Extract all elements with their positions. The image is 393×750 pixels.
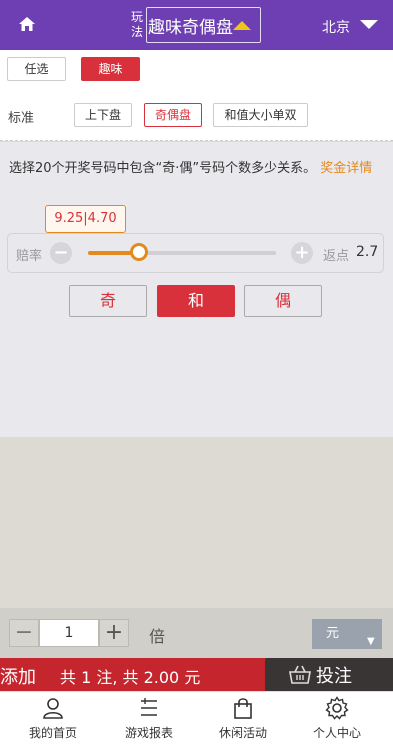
pick-even-button[interactable]: 偶 [244,285,322,317]
rebate-value: 2.7 [356,244,379,260]
list-icon [141,698,157,716]
multiplier-unit: 倍 [149,627,166,646]
sub-tab-bar: 标准 上下盘 奇偶盘 和值大小单双 [0,88,393,141]
play-method-label: 玩法 [130,10,143,39]
decrement-button[interactable]: − [9,619,39,647]
pick-tie-button[interactable]: 和 [157,285,235,317]
add-button[interactable]: 添加 [0,663,36,689]
minus-icon[interactable]: − [50,242,72,264]
odds-label: 赔率 [16,249,43,264]
top-header: 玩法 趣味奇偶盘 北京 [0,0,393,50]
bottom-tab-bar: 我的首页 游戏报表 休闲活动 个人中心 [0,691,393,750]
tab-activities[interactable]: 休闲活动 [194,696,292,741]
sub-group-label: 标准 [8,111,35,126]
odds-tooltip: 9.25|4.70 [45,205,126,233]
bag-icon [234,698,252,719]
currency-select[interactable]: 元 ▼ [312,619,382,649]
add-area-slope [250,658,266,691]
gear-icon [325,696,349,720]
home-icon[interactable] [18,16,36,32]
sub-tab-sum-size[interactable]: 和值大小单双 [213,103,308,127]
tab-profile-label: 个人中心 [312,726,361,740]
chevron-down-icon: ▼ [367,636,375,647]
multiplier-input[interactable]: 1 [39,619,99,647]
game-selector[interactable]: 趣味奇偶盘 [146,7,261,43]
mode-fun-button[interactable]: 趣味 [81,57,140,81]
tab-reports[interactable]: 游戏报表 [100,696,198,741]
bet-summary: 共 1 注, 共 2.00 元 [60,668,201,687]
game-name: 趣味奇偶盘 [148,17,233,38]
rule-description: 选择20个开奖号码中包含“奇·偶”号码个数多少关系。 奖金详情 [9,158,385,179]
submit-bet-button[interactable]: 投注 [288,662,352,688]
sub-tab-upper-lower[interactable]: 上下盘 [74,103,132,127]
tab-profile[interactable]: 个人中心 [288,696,386,741]
caret-down-icon[interactable] [360,20,378,29]
increment-button[interactable]: + [99,619,129,647]
tab-home[interactable]: 我的首页 [4,696,102,741]
tab-home-label: 我的首页 [28,726,77,740]
submit-label: 投注 [316,666,352,687]
sub-tab-odd-even[interactable]: 奇偶盘 [144,103,202,127]
tab-activities-label: 休闲活动 [218,726,267,740]
caret-up-icon [233,21,251,30]
action-bar: 添加 共 1 注, 共 2.00 元 投注 [0,658,393,691]
mode-bar: 任选 趣味 [0,50,393,88]
play-area: 选择20个开奖号码中包含“奇·偶”号码个数多少关系。 奖金详情 9.25|4.7… [0,142,393,437]
user-icon [43,698,63,719]
plus-icon[interactable]: + [291,242,313,264]
currency-value: 元 [326,626,340,641]
mode-free-button[interactable]: 任选 [7,57,66,81]
rebate-label: 返点 [323,249,350,264]
tab-reports-label: 游戏报表 [124,726,173,740]
pick-odd-button[interactable]: 奇 [69,285,147,317]
multiplier-bar: − 1 + 倍 元 ▼ [0,608,393,658]
odds-slider-box: 赔率 − + 返点 2.7 [7,233,384,273]
odds-slider-track[interactable] [88,251,276,255]
basket-icon [289,665,311,684]
slider-thumb[interactable] [129,243,148,261]
city-selector[interactable]: 北京 [322,17,350,37]
prize-detail-link[interactable]: 奖金详情 [320,161,372,176]
rule-text: 选择20个开奖号码中包含“奇·偶”号码个数多少关系。 [9,161,317,176]
